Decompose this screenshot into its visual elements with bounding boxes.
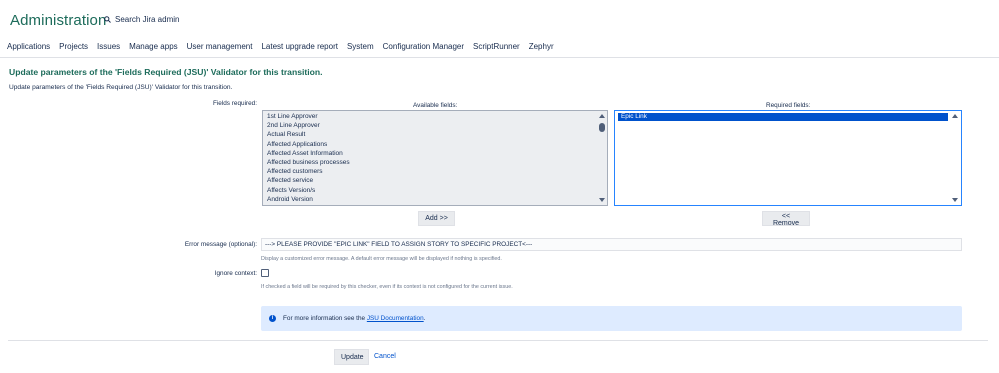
nav-item-applications[interactable]: Applications: [7, 42, 50, 51]
available-field-option[interactable]: Android Version: [263, 195, 607, 204]
available-fields-label: Available fields:: [413, 102, 458, 109]
page-heading: Update parameters of the 'Fields Require…: [9, 67, 323, 77]
required-fields-list[interactable]: Epic Link: [614, 110, 962, 206]
available-field-option[interactable]: Affected business processes: [263, 158, 607, 167]
required-fields-label: Required fields:: [766, 102, 811, 109]
error-message-label: Error message (optional):: [184, 241, 257, 248]
available-field-option[interactable]: Affects Version/s: [263, 186, 607, 195]
update-button[interactable]: Update: [334, 349, 369, 365]
fields-required-label: Fields required:: [212, 100, 257, 107]
error-message-input[interactable]: ---> PLEASE PROVIDE "EPIC LINK" FIELD TO…: [261, 238, 962, 251]
error-message-hint: Display a customized error message. A de…: [261, 256, 502, 262]
info-icon: i: [269, 315, 276, 322]
nav-item-user-management[interactable]: User management: [187, 42, 253, 51]
nav-item-system[interactable]: System: [347, 42, 374, 51]
nav-item-projects[interactable]: Projects: [59, 42, 88, 51]
page-description: Update parameters of the 'Fields Require…: [9, 84, 233, 91]
scroll-down-arrow-icon[interactable]: [599, 198, 605, 202]
required-field-option[interactable]: Epic Link: [618, 113, 948, 121]
nav-item-manage-apps[interactable]: Manage apps: [129, 42, 177, 51]
available-field-option[interactable]: Affected customers: [263, 167, 607, 176]
page-title: Administration: [10, 12, 107, 29]
scroll-up-arrow-icon[interactable]: [599, 114, 605, 118]
available-field-option[interactable]: Affected service: [263, 176, 607, 185]
ignore-context-checkbox[interactable]: [261, 269, 269, 277]
available-field-option[interactable]: 2nd Line Approver: [263, 121, 607, 130]
admin-search[interactable]: Search Jira admin: [104, 15, 179, 24]
cancel-link[interactable]: Cancel: [374, 353, 396, 360]
info-suffix: .: [423, 315, 426, 322]
ignore-context-hint: If checked a field will be required by t…: [261, 284, 513, 290]
nav-item-scriptrunner[interactable]: ScriptRunner: [473, 42, 520, 51]
available-list-scrollbar[interactable]: [597, 111, 607, 205]
nav-item-zephyr[interactable]: Zephyr: [529, 42, 554, 51]
info-text: For more information see the JSU Documen…: [283, 315, 425, 322]
nav-item-issues[interactable]: Issues: [97, 42, 120, 51]
nav-item-configuration-manager[interactable]: Configuration Manager: [383, 42, 464, 51]
footer-divider: [8, 340, 988, 341]
nav-item-latest-upgrade-report[interactable]: Latest upgrade report: [261, 42, 338, 51]
info-prefix: For more information see the: [283, 315, 367, 322]
jsu-documentation-link[interactable]: JSU Documentation: [367, 315, 424, 322]
add-field-button[interactable]: Add >>: [418, 211, 455, 226]
scrollbar-thumb[interactable]: [599, 123, 605, 132]
search-icon: [104, 16, 111, 23]
scroll-up-arrow-icon[interactable]: [952, 114, 958, 118]
available-fields-list[interactable]: 1st Line Approver 2nd Line Approver Actu…: [262, 110, 608, 206]
info-panel: i For more information see the JSU Docum…: [261, 306, 962, 331]
available-field-option[interactable]: Actual Result: [263, 130, 607, 139]
remove-field-button[interactable]: << Remove: [762, 211, 810, 227]
available-field-option[interactable]: Affected Applications: [263, 140, 607, 149]
admin-nav: Applications Projects Issues Manage apps…: [7, 42, 563, 51]
search-placeholder: Search Jira admin: [115, 15, 180, 24]
nav-divider: [0, 57, 999, 58]
ignore-context-label: Ignore context:: [214, 270, 257, 277]
available-field-option[interactable]: 1st Line Approver: [263, 112, 607, 121]
scroll-down-arrow-icon[interactable]: [952, 198, 958, 202]
required-list-scrollbar[interactable]: [950, 111, 960, 205]
available-field-option[interactable]: Affected Asset Information: [263, 149, 607, 158]
